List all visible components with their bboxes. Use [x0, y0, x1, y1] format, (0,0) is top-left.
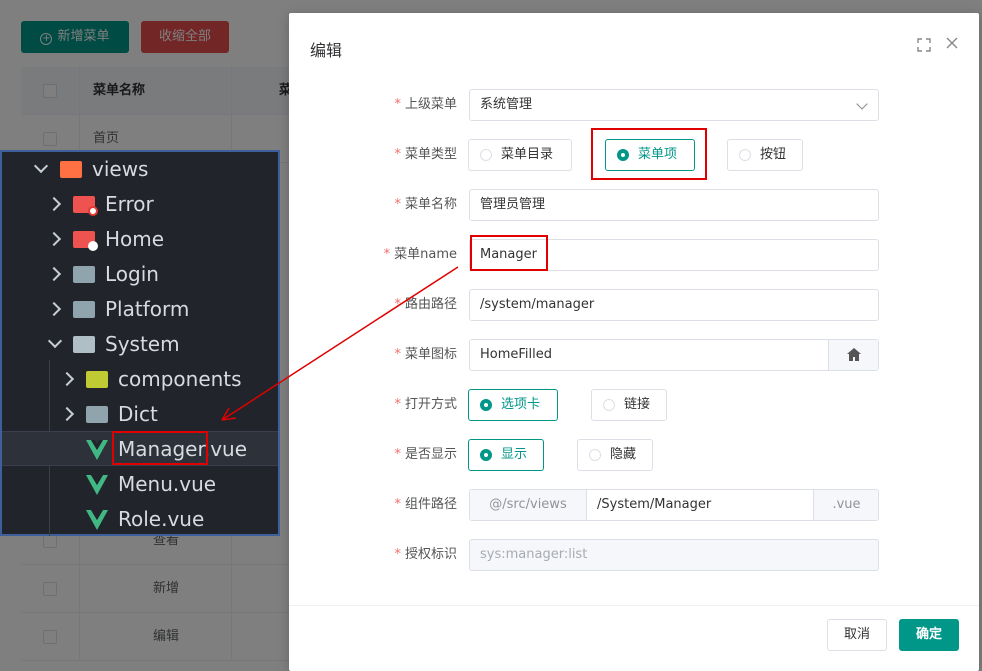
visible-radio-show[interactable]: 显示 [468, 439, 544, 471]
radio-dot [480, 399, 492, 411]
radio-dot [589, 449, 601, 461]
close-icon[interactable] [945, 36, 959, 52]
highlight-box [112, 431, 208, 465]
route-path-input[interactable]: /system/manager [469, 289, 879, 321]
chevron-right-icon[interactable] [46, 292, 62, 327]
vue-file-icon [86, 475, 108, 495]
highlight-box [591, 128, 707, 180]
tree-item-label: Dict [118, 402, 158, 426]
chevron-right-icon[interactable] [59, 362, 75, 397]
vue-file-icon [86, 510, 108, 530]
cancel-button[interactable]: 取消 [827, 619, 887, 651]
highlight-box [470, 235, 548, 271]
menu-name-input[interactable]: 管理员管理 [469, 189, 879, 221]
route-path-label: * 路由路径 [394, 297, 457, 312]
folder-open-icon [73, 336, 95, 353]
dialog-title: 编辑 [310, 41, 343, 60]
tree-folder-error[interactable]: Error [2, 187, 278, 222]
open-mode-label: * 打开方式 [394, 397, 457, 412]
tree-item-label: Login [105, 262, 159, 286]
file-tree-panel: views Error Home Login Platform System c… [0, 150, 280, 536]
folder-icon [86, 371, 108, 388]
tree-file-menu-vue[interactable]: Menu.vue [2, 467, 278, 502]
tree-folder-views[interactable]: views [2, 152, 278, 187]
tree-folder-login[interactable]: Login [2, 257, 278, 292]
fullscreen-icon[interactable] [917, 38, 931, 52]
open-mode-radio-link[interactable]: 链接 [591, 389, 667, 421]
chevron-right-icon[interactable] [59, 397, 75, 432]
folder-icon [73, 266, 95, 283]
parent-menu-label: * 上级菜单 [394, 97, 457, 112]
component-path-group: @/src/views /System/Manager .vue [469, 489, 879, 521]
folder-icon [73, 231, 98, 251]
tree-folder-platform[interactable]: Platform [2, 292, 278, 327]
chevron-right-icon[interactable] [46, 187, 62, 222]
vue-file-icon [86, 440, 108, 460]
component-path-input[interactable]: /System/Manager [587, 490, 813, 520]
tree-folder-components[interactable]: components [2, 362, 278, 397]
tree-item-label: Menu.vue [118, 472, 217, 496]
menu-name-label: * 菜单名称 [394, 197, 457, 212]
radio-dot [603, 399, 615, 411]
chevron-right-icon[interactable] [46, 222, 62, 257]
tree-folder-dict[interactable]: Dict [2, 397, 278, 432]
visible-radio-hide[interactable]: 隐藏 [577, 439, 653, 471]
component-path-prefix: @/src/views [470, 490, 587, 520]
open-mode-radio-tab[interactable]: 选项卡 [468, 389, 558, 421]
tree-item-label: components [118, 367, 242, 391]
menu-code-label: * 菜单name [383, 247, 457, 262]
permission-label: * 授权标识 [394, 547, 457, 562]
menu-icon-value: HomeFilled [480, 347, 553, 362]
menu-type-radio-button[interactable]: 按钮 [727, 139, 803, 171]
component-path-suffix: .vue [813, 490, 878, 520]
menu-icon-label: * 菜单图标 [394, 347, 457, 362]
tree-item-label: Role.vue [118, 507, 205, 531]
tree-folder-system[interactable]: System [2, 327, 278, 362]
radio-dot [480, 149, 492, 161]
tree-file-role-vue[interactable]: Role.vue [2, 502, 278, 537]
menu-type-label: * 菜单类型 [394, 147, 457, 162]
folder-icon [60, 161, 82, 178]
chevron-down-icon [856, 98, 868, 110]
tree-item-label: views [92, 157, 149, 181]
footer-divider [289, 605, 979, 606]
tree-item-label: Home [105, 227, 165, 251]
parent-menu-value: 系统管理 [480, 97, 533, 112]
parent-menu-select[interactable]: 系统管理 [469, 89, 879, 121]
tree-item-label: System [105, 332, 180, 356]
radio-dot [480, 449, 492, 461]
home-filled-icon[interactable] [828, 340, 878, 370]
radio-dot [739, 149, 751, 161]
folder-icon [73, 301, 95, 318]
chevron-right-icon[interactable] [46, 257, 62, 292]
tree-item-label: Platform [105, 297, 190, 321]
tree-folder-home[interactable]: Home [2, 222, 278, 257]
tree-item-label: Error [105, 192, 154, 216]
chevron-down-icon[interactable] [46, 327, 62, 362]
confirm-button[interactable]: 确定 [899, 619, 959, 651]
folder-icon [86, 406, 108, 423]
component-path-label: * 组件路径 [394, 497, 457, 512]
visible-label: * 是否显示 [394, 447, 457, 462]
chevron-down-icon[interactable] [32, 152, 48, 187]
menu-icon-input[interactable]: HomeFilled [469, 339, 879, 371]
folder-icon [73, 196, 98, 216]
edit-dialog: 编辑 * 上级菜单 系统管理 * 菜单类型 菜单目录 菜单项 按钮 * 菜单名称 管理… [289, 13, 979, 671]
permission-input[interactable]: sys:manager:list [469, 539, 879, 571]
menu-type-radio-directory[interactable]: 菜单目录 [468, 139, 572, 171]
